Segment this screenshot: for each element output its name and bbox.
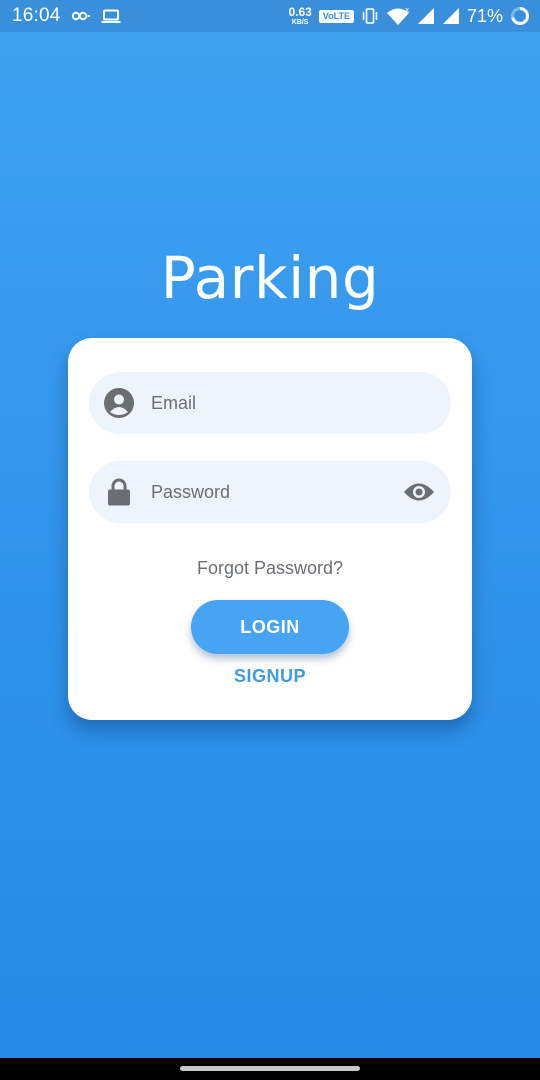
password-field[interactable]	[89, 461, 451, 523]
app-screen: 16:04 0.63 KB/S VoLTE x 71% Parking Emai…	[0, 0, 540, 1080]
link-icon	[71, 10, 91, 22]
svg-text:x: x	[405, 6, 409, 14]
status-bar-left: 16:04	[12, 5, 121, 27]
email-field[interactable]	[89, 372, 451, 434]
signal-icon	[417, 7, 435, 25]
signal-icon	[442, 7, 460, 25]
signup-link[interactable]: SIGNUP	[68, 666, 472, 687]
network-speed-value: 0.63	[288, 5, 312, 19]
visibility-eye-icon[interactable]	[403, 476, 435, 508]
status-bar-right: 0.63 KB/S VoLTE x 71%	[288, 6, 530, 27]
forgot-password-link[interactable]: Forgot Password?	[68, 558, 472, 579]
battery-ring-icon	[510, 6, 530, 26]
account-circle-icon	[103, 387, 135, 419]
navigation-bar	[0, 1058, 540, 1080]
status-time: 16:04	[12, 5, 61, 26]
vibrate-icon	[361, 7, 379, 25]
network-speed-unit: KB/S	[291, 19, 309, 26]
volte-badge: VoLTE	[318, 9, 354, 23]
login-button[interactable]: LOGIN	[191, 600, 349, 654]
login-card: Forgot Password? LOGIN SIGNUP	[68, 338, 472, 720]
app-title: Parking	[160, 244, 380, 312]
wifi-icon: x	[386, 6, 410, 26]
password-input[interactable]	[151, 481, 371, 503]
laptop-icon	[101, 9, 121, 24]
email-input[interactable]	[151, 392, 371, 414]
lock-icon	[103, 476, 135, 508]
home-gesture-handle[interactable]	[180, 1066, 360, 1071]
status-bar: 16:04 0.63 KB/S VoLTE x 71%	[0, 0, 540, 32]
network-speed: 0.63 KB/S	[288, 6, 311, 26]
battery-percent: 71%	[466, 5, 503, 26]
